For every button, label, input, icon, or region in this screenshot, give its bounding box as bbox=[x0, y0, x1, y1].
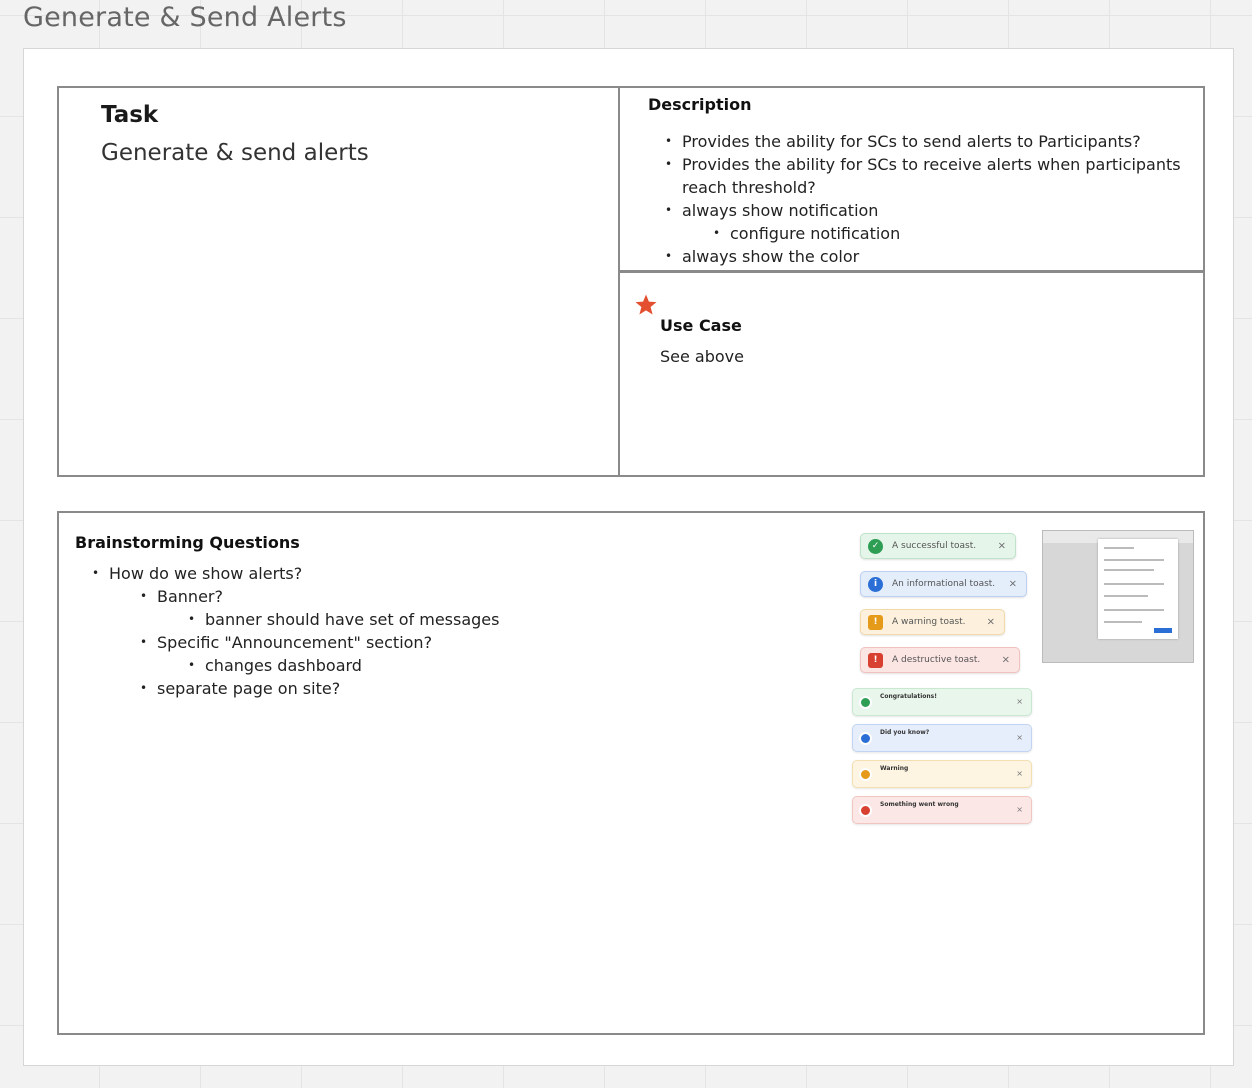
toast-success: ✓ A successful toast. × bbox=[860, 533, 1016, 559]
task-label: Task bbox=[101, 102, 159, 128]
toast-text: An informational toast. bbox=[892, 579, 996, 589]
bullet-icon: • bbox=[188, 612, 196, 626]
thumb-line bbox=[1104, 547, 1134, 549]
thumb-line bbox=[1104, 559, 1164, 561]
info-icon: i bbox=[868, 576, 883, 592]
list-item-text: always show notification bbox=[682, 201, 879, 220]
toast-text: A warning toast. bbox=[892, 617, 966, 627]
bullet-icon: • bbox=[665, 157, 673, 171]
check-icon: ✓ bbox=[868, 538, 883, 554]
list-item: • Provides the ability for SCs to receive… bbox=[648, 153, 1188, 199]
list-item: • separate page on site? bbox=[75, 677, 775, 700]
list-item: • Specific "Announcement" section? bbox=[75, 631, 775, 654]
list-item-text: always show the color bbox=[682, 247, 860, 266]
close-icon: × bbox=[997, 540, 1006, 552]
brainstorming-list: • How do we show alerts? • Banner? • banner s… bbox=[75, 562, 775, 700]
status-icon bbox=[859, 768, 872, 781]
list-item: • banner should have set of messages bbox=[75, 608, 775, 631]
list-item: • always show the color bbox=[648, 245, 1188, 268]
bullet-icon: • bbox=[188, 658, 196, 672]
close-icon: × bbox=[1001, 654, 1010, 666]
warning-icon: ! bbox=[868, 652, 883, 668]
list-item: • always show notification bbox=[648, 199, 1188, 222]
thumb-line bbox=[1104, 609, 1164, 611]
list-item-text: Specific "Announcement" section? bbox=[157, 633, 433, 652]
close-icon: × bbox=[1016, 733, 1023, 742]
list-item: • Provides the ability for SCs to send al… bbox=[648, 130, 1188, 153]
notification-panel-screenshot bbox=[1042, 530, 1194, 663]
use-case-card: Use Case See above bbox=[618, 271, 1205, 477]
star-icon bbox=[635, 294, 657, 315]
close-icon: × bbox=[1016, 769, 1023, 778]
list-item-text: Provides the ability for SCs to send ale… bbox=[682, 132, 1141, 151]
bullet-icon: • bbox=[665, 203, 673, 217]
thumb-line bbox=[1104, 595, 1148, 597]
status-icon bbox=[859, 732, 872, 745]
close-icon: × bbox=[1008, 578, 1017, 590]
toast-title: Something went wrong bbox=[880, 801, 959, 808]
list-item-text: Banner? bbox=[157, 587, 223, 606]
description-list: • Provides the ability for SCs to send al… bbox=[648, 130, 1188, 268]
toast-title: Did you know? bbox=[880, 729, 930, 736]
list-item: • How do we show alerts? bbox=[75, 562, 775, 585]
list-item-text: How do we show alerts? bbox=[109, 564, 303, 583]
close-icon: × bbox=[1016, 805, 1023, 814]
brainstorming-card: Brainstorming Questions • How do we show … bbox=[57, 511, 1205, 1035]
thumb-line bbox=[1104, 569, 1154, 571]
list-item: • changes dashboard bbox=[75, 654, 775, 677]
thumb-line bbox=[1104, 621, 1142, 623]
bullet-icon: • bbox=[713, 226, 721, 240]
bullet-icon: • bbox=[140, 589, 148, 603]
bullet-icon: • bbox=[92, 566, 100, 580]
toast-info: i An informational toast. × bbox=[860, 571, 1027, 597]
bullet-icon: • bbox=[140, 681, 148, 695]
list-item-text: Provides the ability for SCs to receive … bbox=[682, 155, 1181, 197]
warning-icon: ! bbox=[868, 614, 883, 630]
list-item-text: banner should have set of messages bbox=[205, 610, 500, 629]
task-card: Task Generate & send alerts bbox=[57, 86, 620, 477]
thumb-notification-panel bbox=[1098, 539, 1178, 639]
bullet-icon: • bbox=[665, 134, 673, 148]
toast-detailed-success: Congratulations! × bbox=[852, 688, 1032, 716]
toast-detailed-warning: Warning × bbox=[852, 760, 1032, 788]
thumb-line bbox=[1104, 583, 1164, 585]
toast-detailed-danger: Something went wrong × bbox=[852, 796, 1032, 824]
thumb-button bbox=[1154, 628, 1172, 633]
status-icon bbox=[859, 696, 872, 709]
toast-text: A destructive toast. bbox=[892, 655, 981, 665]
board-frame: Task Generate & send alerts Description … bbox=[23, 48, 1234, 1066]
close-icon: × bbox=[986, 616, 995, 628]
toast-title: Warning bbox=[880, 765, 909, 772]
list-item: • Banner? bbox=[75, 585, 775, 608]
bullet-icon: • bbox=[140, 635, 148, 649]
toast-title: Congratulations! bbox=[880, 693, 937, 700]
list-item-text: changes dashboard bbox=[205, 656, 362, 675]
use-case-text: See above bbox=[660, 347, 744, 366]
description-title: Description bbox=[648, 95, 752, 114]
list-item-text: separate page on site? bbox=[157, 679, 341, 698]
close-icon: × bbox=[1016, 697, 1023, 706]
bullet-icon: • bbox=[665, 249, 673, 263]
list-item-text: configure notification bbox=[730, 224, 901, 243]
task-value: Generate & send alerts bbox=[101, 140, 369, 166]
list-item: • configure notification bbox=[648, 222, 1188, 245]
toast-warning: ! A warning toast. × bbox=[860, 609, 1005, 635]
toast-detailed-info: Did you know? × bbox=[852, 724, 1032, 752]
frame-title: Generate & Send Alerts bbox=[23, 2, 347, 33]
toast-danger: ! A destructive toast. × bbox=[860, 647, 1020, 673]
toast-text: A successful toast. bbox=[892, 541, 977, 551]
description-card: Description • Provides the ability for SC… bbox=[618, 86, 1205, 272]
brainstorming-title: Brainstorming Questions bbox=[75, 533, 300, 552]
status-icon bbox=[859, 804, 872, 817]
use-case-title: Use Case bbox=[660, 316, 742, 335]
